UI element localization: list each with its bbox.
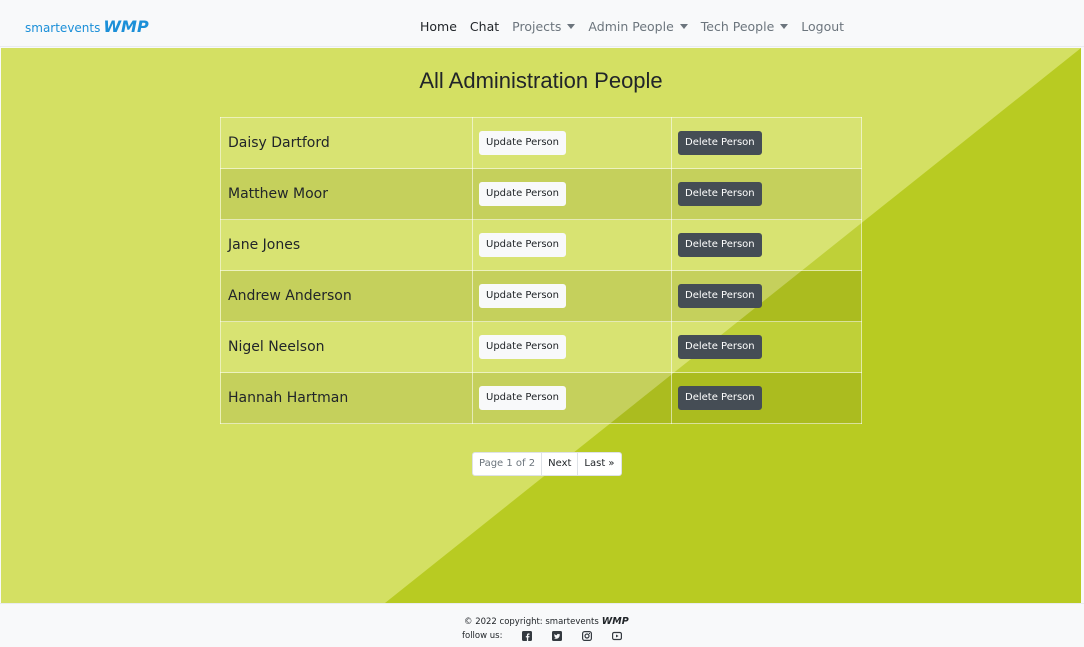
delete-person-button[interactable]: Delete Person — [678, 335, 762, 359]
follow-label: follow us: — [462, 631, 503, 641]
table-row: Jane Jones Update Person Delete Person — [220, 219, 862, 271]
nav-logout-label: Logout — [801, 19, 845, 34]
chevron-down-icon — [679, 24, 688, 29]
nav-projects-dropdown[interactable]: Projects — [512, 19, 576, 34]
main-nav: Home Chat Projects Admin People Tech Peo… — [420, 19, 857, 34]
delete-person-button[interactable]: Delete Person — [678, 386, 762, 410]
person-name: Hannah Hartman — [220, 372, 473, 424]
nav-tech-people-dropdown[interactable]: Tech People — [701, 19, 789, 34]
nav-chat[interactable]: Chat — [470, 19, 499, 34]
chevron-down-icon — [567, 24, 576, 29]
people-table: Daisy Dartford Update Person Delete Pers… — [220, 117, 862, 424]
copyright-text: © 2022 copyright: smartevents — [464, 617, 599, 627]
page-info: Page 1 of 2 — [479, 458, 536, 469]
nav-chat-label: Chat — [469, 19, 500, 34]
update-person-button[interactable]: Update Person — [479, 386, 566, 410]
person-name: Nigel Neelson — [220, 321, 473, 373]
youtube-icon[interactable] — [612, 631, 623, 641]
update-person-button[interactable]: Update Person — [479, 284, 566, 308]
brand-text: smartevents — [25, 21, 101, 35]
next-page-link[interactable]: Next — [541, 453, 577, 475]
twitter-icon[interactable] — [552, 631, 563, 641]
nav-admin-people-dropdown[interactable]: Admin People — [588, 19, 688, 34]
delete-person-button[interactable]: Delete Person — [678, 284, 762, 308]
facebook-icon[interactable] — [522, 631, 533, 641]
footer: © 2022 copyright: smartevents WMP follow… — [0, 603, 1084, 647]
navbar: smartevents WMP Home Chat Projects Admin… — [0, 0, 1084, 47]
follow-us: follow us: — [462, 631, 623, 641]
nav-projects-label: Projects — [512, 19, 562, 34]
delete-person-button[interactable]: Delete Person — [678, 131, 762, 155]
nav-home-label: Home — [420, 19, 457, 34]
table-row: Matthew Moor Update Person Delete Person — [220, 168, 862, 220]
table-row: Nigel Neelson Update Person Delete Perso… — [220, 321, 862, 373]
nav-logout[interactable]: Logout — [801, 19, 844, 34]
footer-logo: WMP — [601, 616, 629, 627]
update-person-button[interactable]: Update Person — [479, 182, 566, 206]
person-name: Matthew Moor — [220, 168, 473, 220]
page-title: All Administration People — [419, 68, 663, 93]
chevron-down-icon — [780, 24, 789, 29]
update-person-button[interactable]: Update Person — [479, 233, 566, 257]
person-name: Daisy Dartford — [220, 117, 473, 169]
copyright: © 2022 copyright: smartevents WMP — [464, 616, 629, 627]
update-person-button[interactable]: Update Person — [479, 335, 566, 359]
pagination: Page 1 of 2 Next Last » — [472, 452, 622, 476]
delete-person-button[interactable]: Delete Person — [678, 233, 762, 257]
nav-tech-people-label: Tech People — [700, 19, 775, 34]
brand-logo[interactable]: smartevents WMP — [25, 17, 149, 36]
table-row: Andrew Anderson Update Person Delete Per… — [220, 270, 862, 322]
last-page-link[interactable]: Last » — [577, 453, 620, 475]
social-links — [514, 631, 623, 641]
person-name: Jane Jones — [220, 219, 473, 271]
brand-logo-mark: WMP — [103, 17, 149, 36]
nav-admin-people-label: Admin People — [588, 19, 674, 34]
main-content: All Administration People Daisy Dartford… — [1, 48, 1081, 603]
table-row: Daisy Dartford Update Person Delete Pers… — [220, 117, 862, 169]
table-row: Hannah Hartman Update Person Delete Pers… — [220, 372, 862, 424]
instagram-icon[interactable] — [582, 631, 593, 641]
person-name: Andrew Anderson — [220, 270, 473, 322]
nav-home[interactable]: Home — [420, 19, 457, 34]
update-person-button[interactable]: Update Person — [479, 131, 566, 155]
delete-person-button[interactable]: Delete Person — [678, 182, 762, 206]
